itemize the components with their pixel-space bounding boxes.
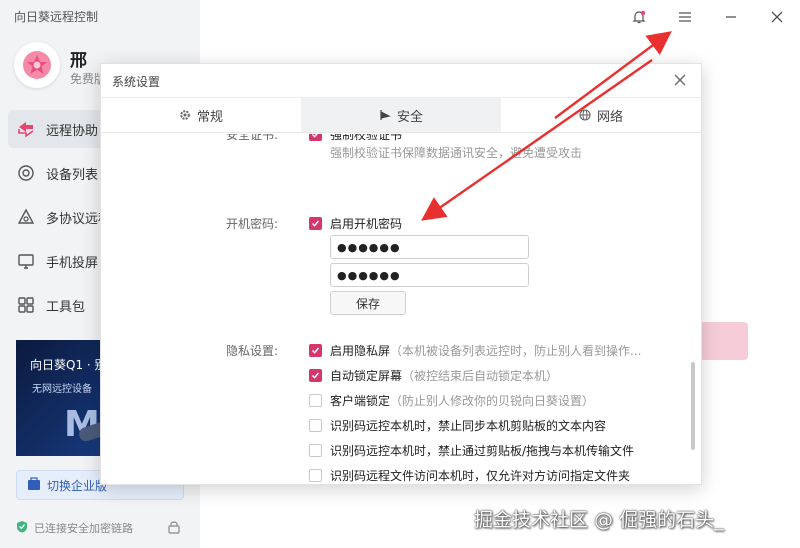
remote-assist-icon bbox=[16, 119, 36, 139]
clipboard-file-option: 识别码远控本机时，禁止通过剪贴板/拖拽与本机传输文件 bbox=[330, 444, 635, 458]
shield-check-icon bbox=[16, 520, 28, 536]
security-cert-option: 强制校验证书 bbox=[330, 134, 403, 142]
tab-label: 常规 bbox=[196, 109, 223, 125]
device-list-icon bbox=[16, 163, 36, 183]
network-icon bbox=[579, 109, 591, 121]
scrollbar[interactable] bbox=[691, 362, 695, 450]
option-text: 客户端锁定 bbox=[330, 394, 391, 408]
security-cert-label: 安全证书: bbox=[226, 134, 279, 142]
security-icon bbox=[379, 109, 391, 121]
clipboard-file-checkbox[interactable] bbox=[309, 444, 322, 457]
check-icon bbox=[311, 134, 318, 138]
option-hint: （本机被设备列表远控时，防止别人看到操作... bbox=[390, 344, 642, 358]
minimize-icon[interactable] bbox=[720, 6, 742, 28]
screen-cast-icon bbox=[16, 251, 36, 271]
connect-button-partial[interactable] bbox=[700, 322, 748, 360]
watermark: 掘金技术社区 @ 倔强的石头_ bbox=[474, 509, 724, 531]
client-lock-checkbox[interactable] bbox=[309, 394, 322, 407]
clipboard-text-option: 识别码远控本机时，禁止同步本机剪贴板的文本内容 bbox=[330, 419, 607, 433]
privacy-screen-option: 启用隐私屏（本机被设备列表远控时，防止别人看到操作... bbox=[330, 342, 641, 359]
client-lock-option: 客户端锁定（防止别人修改你的贝锐向日葵设置） bbox=[330, 392, 594, 409]
tab-general[interactable]: 常规 bbox=[101, 98, 301, 132]
option-hint: （防止别人修改你的贝锐向日葵设置） bbox=[390, 394, 595, 408]
check-icon bbox=[311, 347, 320, 354]
lock-icon[interactable] bbox=[168, 520, 180, 538]
tab-label: 网络 bbox=[596, 109, 623, 125]
banner-subtitle: 无网远控设备 bbox=[32, 384, 92, 395]
boot-password-input[interactable]: ●●●●●● bbox=[330, 235, 529, 259]
tab-security[interactable]: 安全 bbox=[301, 98, 501, 132]
close-window-icon[interactable] bbox=[766, 6, 788, 28]
option-hint: （被控结束后自动锁定本机） bbox=[402, 369, 559, 383]
auto-lock-option: 自动锁定屏幕（被控结束后自动锁定本机） bbox=[330, 367, 558, 384]
dialog-close-icon[interactable] bbox=[669, 69, 691, 91]
connection-status-text: 已连接安全加密链路 bbox=[34, 522, 133, 535]
settings-tabs: 常规 安全 网络 bbox=[101, 97, 701, 133]
boot-password-label: 开机密码: bbox=[226, 217, 279, 231]
tab-label: 安全 bbox=[396, 109, 423, 125]
multi-protocol-icon bbox=[16, 207, 36, 227]
gear-icon bbox=[179, 109, 191, 121]
file-access-checkbox[interactable] bbox=[309, 469, 322, 482]
check-icon bbox=[311, 372, 320, 379]
toolbox-icon bbox=[16, 295, 36, 315]
avatar[interactable] bbox=[14, 42, 60, 88]
security-cert-checkbox[interactable] bbox=[309, 134, 322, 141]
boot-password-option: 启用开机密码 bbox=[330, 217, 403, 231]
check-icon bbox=[311, 220, 320, 227]
tab-network[interactable]: 网络 bbox=[501, 98, 701, 132]
user-name: 邢 bbox=[70, 51, 87, 71]
auto-lock-checkbox[interactable] bbox=[309, 369, 322, 382]
system-settings-dialog: 系统设置 常规 安全 网络 安全证书: 强制校验证书 强制校验证书保障数据通讯安… bbox=[100, 63, 702, 485]
app-title: 向日葵远程控制 bbox=[14, 10, 99, 24]
banner-title: 向日葵Q1 · 别 bbox=[30, 358, 107, 372]
connection-status: 已连接安全加密链路 bbox=[16, 520, 133, 536]
clipboard-text-checkbox[interactable] bbox=[309, 419, 322, 432]
flower-logo-icon bbox=[23, 51, 51, 79]
boot-password-checkbox[interactable] bbox=[309, 217, 322, 230]
security-cert-description: 强制校验证书保障数据通讯安全，避免遭受攻击 bbox=[330, 146, 583, 160]
boot-password-confirm-input[interactable]: ●●●●●● bbox=[330, 263, 529, 287]
sidebar-item-label: 工具包 bbox=[46, 299, 86, 315]
privacy-label: 隐私设置: bbox=[226, 344, 279, 358]
privacy-screen-checkbox[interactable] bbox=[309, 344, 322, 357]
option-text: 启用隐私屏 bbox=[330, 344, 391, 358]
file-access-option: 识别码远程文件访问本机时，仅允许对方访问指定文件夹 bbox=[330, 469, 631, 483]
dialog-title: 系统设置 bbox=[112, 75, 161, 89]
sidebar-item-label: 手机投屏 bbox=[46, 255, 99, 271]
notification-bell-icon[interactable] bbox=[628, 6, 650, 28]
option-text: 自动锁定屏幕 bbox=[330, 369, 403, 383]
save-password-button[interactable]: 保存 bbox=[330, 291, 406, 315]
sidebar-item-label: 设备列表 bbox=[46, 167, 99, 183]
enterprise-icon bbox=[27, 476, 41, 494]
switch-enterprise-label: 切换企业版 bbox=[47, 478, 108, 493]
settings-content: 安全证书: 强制校验证书 强制校验证书保障数据通讯安全，避免遭受攻击 开机密码:… bbox=[101, 134, 701, 484]
menu-icon[interactable] bbox=[674, 6, 696, 28]
sidebar-item-label: 远程协助 bbox=[46, 123, 99, 139]
